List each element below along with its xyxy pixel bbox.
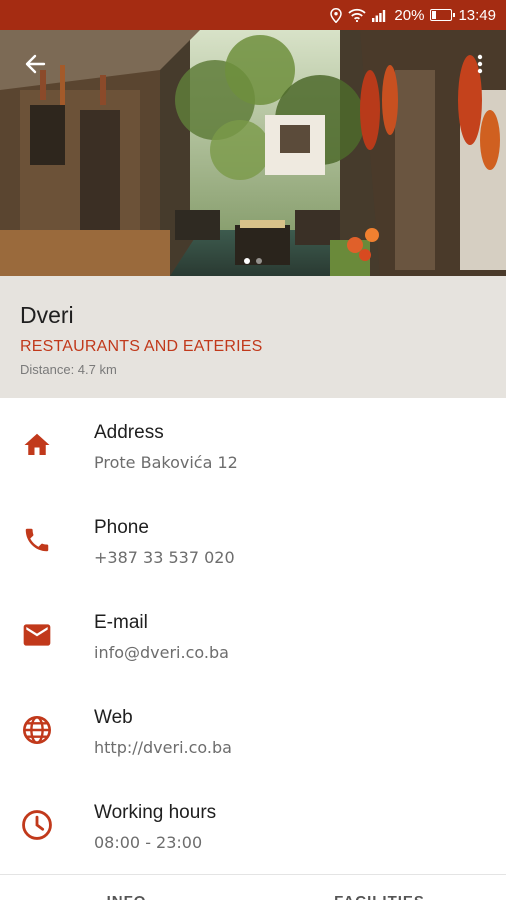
info-label: Phone [94,517,149,538]
email-icon [20,618,54,652]
info-value: Prote Bakovića 12 [94,453,238,472]
back-button[interactable] [17,48,53,84]
restaurant-courtyard-photo [0,30,506,276]
clock-icon [20,808,54,842]
info-list: Address Prote Bakovića 12 Phone +387 33 … [0,398,506,873]
more-options-button[interactable] [462,48,498,84]
info-label: Address [94,422,164,443]
battery-percent: 20% [394,6,425,24]
info-row-web[interactable]: Web http://dveri.co.ba [0,683,506,778]
status-time: 13:49 [458,6,496,24]
info-label: Web [94,707,133,728]
info-value: 08:00 - 23:00 [94,833,203,852]
wifi-icon [348,8,367,22]
globe-icon [20,713,54,747]
location-icon [330,7,343,23]
tab-info[interactable]: INFO [0,875,253,900]
place-name: Dveri [20,302,74,328]
info-row-address[interactable]: Address Prote Bakovića 12 [0,398,506,493]
info-value: http://dveri.co.ba [94,738,232,757]
phone-icon [20,523,54,557]
tab-facilities[interactable]: FACILITIES [253,875,506,900]
page-dot [256,258,262,264]
page-indicator [0,258,506,264]
info-label: E-mail [94,612,148,633]
info-row-working-hours[interactable]: Working hours 08:00 - 23:00 [0,778,506,873]
status-bar: 20% 13:49 [0,0,506,30]
arrow-back-icon [24,53,46,80]
place-distance: Distance: 4.7 km [20,362,117,377]
info-row-phone[interactable]: Phone +387 33 537 020 [0,493,506,588]
home-icon [20,428,54,462]
page-dot [244,258,250,264]
battery-icon [430,9,456,21]
info-label: Working hours [94,802,217,823]
info-row-email[interactable]: E-mail info@dveri.co.ba [0,588,506,683]
info-value: info@dveri.co.ba [94,643,229,662]
hero-image[interactable] [0,30,506,276]
signal-icon [372,9,388,22]
more-vert-icon [477,54,483,79]
bottom-tab-bar: INFO FACILITIES [0,874,506,900]
place-category[interactable]: RESTAURANTS AND EATERIES [20,338,486,356]
place-header: Dveri RESTAURANTS AND EATERIES Distance:… [0,276,506,398]
info-value: +387 33 537 020 [94,548,235,567]
